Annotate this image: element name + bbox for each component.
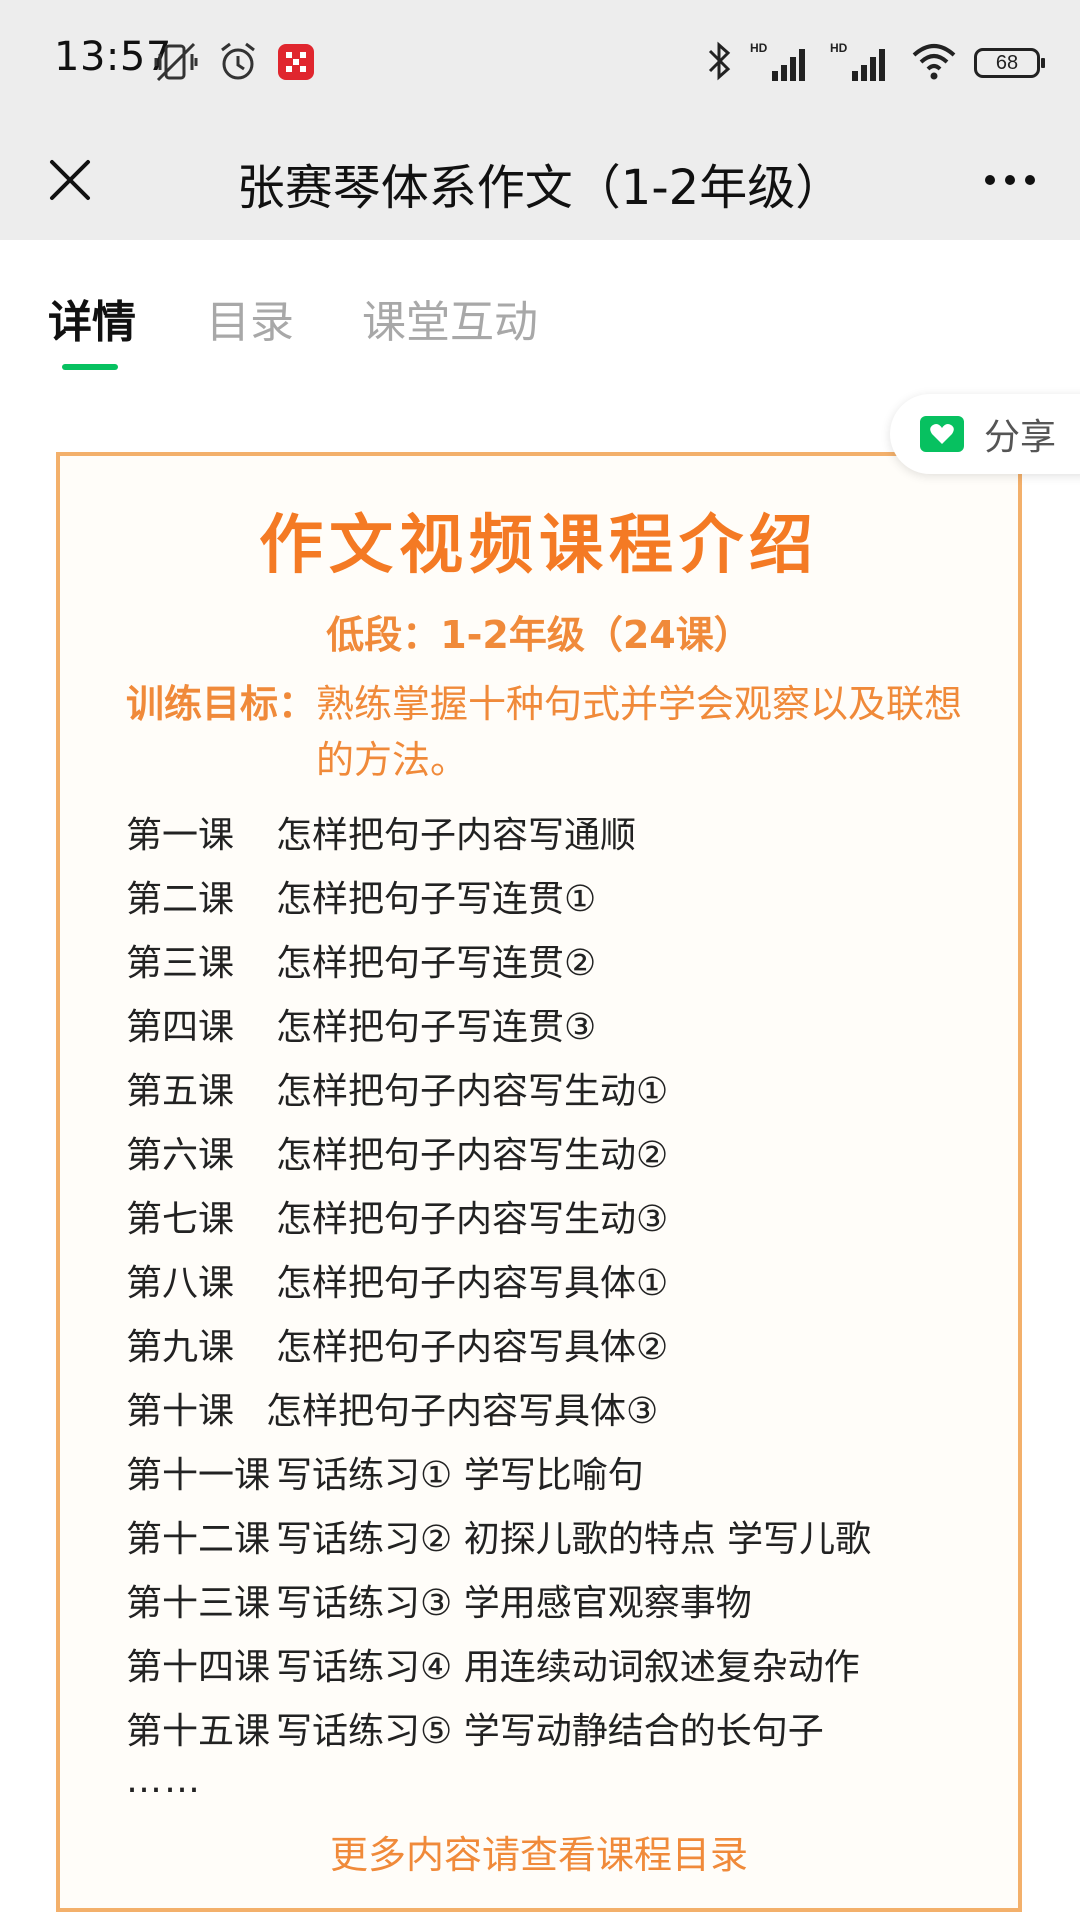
training-goal-label: 训练目标：	[126, 682, 317, 726]
lesson-topic: 怎样把句子内容写通顺	[276, 815, 637, 856]
hd-signal-icon: HD	[830, 41, 894, 85]
lesson-item: 第十三课 写话练习③ 学用感官观察事物	[126, 1568, 986, 1632]
tab-catalog[interactable]: 目录	[206, 286, 294, 350]
lesson-topic: 写话练习④ 用连续动词叙述复杂动作	[276, 1647, 860, 1688]
training-goal-text: 熟练掌握十种句式并学会观察以及联想的方法。	[316, 682, 963, 782]
lesson-topic: 怎样把句子内容写具体③	[266, 1391, 659, 1432]
lesson-topic: 怎样把句子写连贯②	[276, 943, 597, 984]
lesson-number: 第三课	[126, 943, 235, 984]
view-catalog-link[interactable]: 更多内容请查看课程目录	[60, 1824, 1018, 1879]
lesson-number: 第五课	[126, 1071, 235, 1112]
poster-subtitle: 低段：1-2年级（24课）	[326, 613, 752, 657]
lesson-topic: 写话练习⑤ 学写动静结合的长句子	[276, 1711, 824, 1752]
lesson-item: 第二课 怎样把句子写连贯①	[126, 864, 986, 928]
lesson-number: 第十三课	[126, 1583, 271, 1624]
lesson-item: 第十一课 写话练习① 学写比喻句	[126, 1440, 986, 1504]
tab-bar: 详情 目录 课堂互动	[0, 240, 1080, 380]
lesson-topic: 写话练习③ 学用感官观察事物	[276, 1583, 752, 1624]
lesson-topic: 怎样把句子内容写生动③	[276, 1199, 669, 1240]
lesson-item: 第十五课 写话练习⑤ 学写动静结合的长句子	[126, 1696, 986, 1760]
lesson-topic: 怎样把句子写连贯③	[276, 1007, 597, 1048]
lesson-number: 第二课	[126, 879, 235, 920]
lesson-item: 第三课 怎样把句子写连贯②	[126, 928, 986, 992]
lesson-number: 第一课	[126, 815, 235, 856]
title-bar: 张赛琴体系作文（1-2年级）	[0, 120, 1080, 240]
active-tab-indicator	[62, 364, 118, 370]
hd-signal-icon: HD	[750, 41, 814, 85]
lesson-topic: 写话练习① 学写比喻句	[276, 1455, 644, 1496]
status-right-icons: HD HD 68	[704, 38, 1045, 88]
lesson-number: 第九课	[126, 1327, 235, 1368]
lesson-number: 第十二课	[126, 1519, 271, 1560]
lesson-item: 第十二课 写话练习② 初探儿歌的特点 学写儿歌	[126, 1504, 986, 1568]
mute-vibrate-icon	[152, 40, 200, 88]
lesson-topic: 怎样把句子写连贯①	[276, 879, 597, 920]
lesson-item: 第四课 怎样把句子写连贯③	[126, 992, 986, 1056]
lesson-item: 第五课 怎样把句子内容写生动①	[126, 1056, 986, 1120]
lesson-topic: 写话练习② 初探儿歌的特点 学写儿歌	[276, 1519, 872, 1560]
lesson-item: 第十课 怎样把句子内容写具体③	[126, 1376, 986, 1440]
lesson-item: 第九课 怎样把句子内容写具体②	[126, 1312, 986, 1376]
more-button[interactable]	[974, 144, 1046, 216]
alarm-icon	[216, 40, 260, 88]
bluetooth-icon	[704, 39, 734, 87]
share-button[interactable]: 分享	[890, 394, 1080, 474]
status-left-icons	[152, 40, 316, 88]
lesson-topic: 怎样把句子内容写生动①	[276, 1071, 669, 1112]
lesson-list: 第一课 怎样把句子内容写通顺 第二课 怎样把句子写连贯① 第三课 怎样把句子写连贯② …	[126, 800, 986, 1810]
lesson-item: 第一课 怎样把句子内容写通顺	[126, 800, 986, 864]
poster-title: 作文视频课程介绍	[259, 509, 819, 583]
more-dots-icon	[985, 175, 995, 185]
wifi-icon	[910, 39, 958, 87]
lesson-item: 第六课 怎样把句子内容写生动②	[126, 1120, 986, 1184]
lesson-number: 第八课	[126, 1263, 235, 1304]
tab-details[interactable]: 详情	[48, 286, 136, 350]
lesson-topic: 怎样把句子内容写具体①	[276, 1263, 669, 1304]
status-bar: 13:57 HD HD 68	[0, 0, 1080, 120]
battery-icon: 68	[974, 48, 1045, 78]
lesson-number: 第四课	[126, 1007, 235, 1048]
lesson-item: 第十四课 写话练习④ 用连续动词叙述复杂动作	[126, 1632, 986, 1696]
lesson-item: 第七课 怎样把句子内容写生动③	[126, 1184, 986, 1248]
app-notification-icon	[276, 42, 316, 86]
lesson-number: 第十四课	[126, 1647, 271, 1688]
lesson-topic: 怎样把句子内容写生动②	[276, 1135, 669, 1176]
lesson-number: 第十课	[126, 1391, 235, 1432]
lesson-number: 第七课	[126, 1199, 235, 1240]
share-label: 分享	[984, 417, 1057, 458]
training-goal: 训练目标： 熟练掌握十种句式并学会观察以及联想的方法。	[126, 676, 966, 788]
lesson-number: 第十五课	[126, 1711, 271, 1752]
page-title: 张赛琴体系作文（1-2年级）	[236, 160, 844, 216]
lesson-number: 第十一课	[126, 1455, 271, 1496]
close-icon	[50, 160, 90, 200]
close-button[interactable]	[34, 144, 106, 216]
more-lessons-ellipsis: ……	[126, 1760, 202, 1801]
lesson-topic: 怎样把句子内容写具体②	[276, 1327, 669, 1368]
lesson-number: 第六课	[126, 1135, 235, 1176]
tab-classroom-interaction[interactable]: 课堂互动	[362, 286, 538, 350]
share-icon	[920, 416, 964, 452]
course-intro-poster: 作文视频课程介绍 低段：1-2年级（24课） 训练目标： 熟练掌握十种句式并学会…	[56, 452, 1022, 1912]
lesson-item: 第八课 怎样把句子内容写具体①	[126, 1248, 986, 1312]
